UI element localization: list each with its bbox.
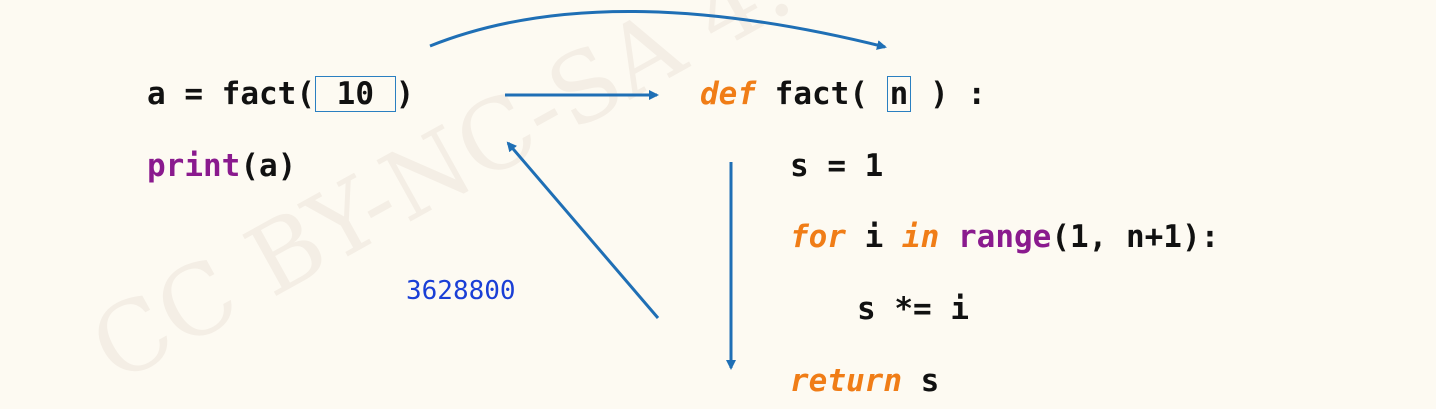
close-paren: ) xyxy=(395,76,415,112)
init-line: s = 1 xyxy=(790,146,883,186)
function-signature: fact( xyxy=(756,76,887,112)
call-arc-arrow xyxy=(429,9,887,50)
signature-close: ) : xyxy=(911,76,986,112)
flow-arrows xyxy=(429,9,887,370)
for-keyword: for xyxy=(790,219,846,255)
loop-body-line: s *= i xyxy=(857,289,969,329)
loop-body: s *= i xyxy=(857,291,969,327)
return-arrow xyxy=(506,141,660,319)
print-keyword: print xyxy=(147,148,241,184)
parameter-box: n xyxy=(886,76,912,112)
return-line: return s xyxy=(790,361,939,401)
in-keyword: in xyxy=(902,219,940,255)
range-keyword: range xyxy=(958,219,1052,255)
return-result-value: 3628800 xyxy=(406,276,516,306)
def-line: def fact( n ) : xyxy=(700,74,986,114)
loop-variable: i xyxy=(846,219,902,255)
return-keyword: return xyxy=(790,363,902,399)
var-a: a xyxy=(147,76,166,112)
print-line: print(a) xyxy=(147,146,296,186)
call-line: a = fact( 10 ) xyxy=(147,74,414,114)
fact-call: fact( xyxy=(221,76,315,112)
range-arguments: (1, n+1): xyxy=(1051,219,1220,255)
print-argument: (a) xyxy=(240,148,297,184)
init-statement: s = 1 xyxy=(790,148,884,184)
def-keyword: def xyxy=(700,76,756,112)
for-line: for i in range(1, n+1): xyxy=(790,217,1219,257)
argument-box: 10 xyxy=(315,76,396,112)
assign-op: = xyxy=(165,76,222,112)
return-value: s xyxy=(901,363,940,399)
